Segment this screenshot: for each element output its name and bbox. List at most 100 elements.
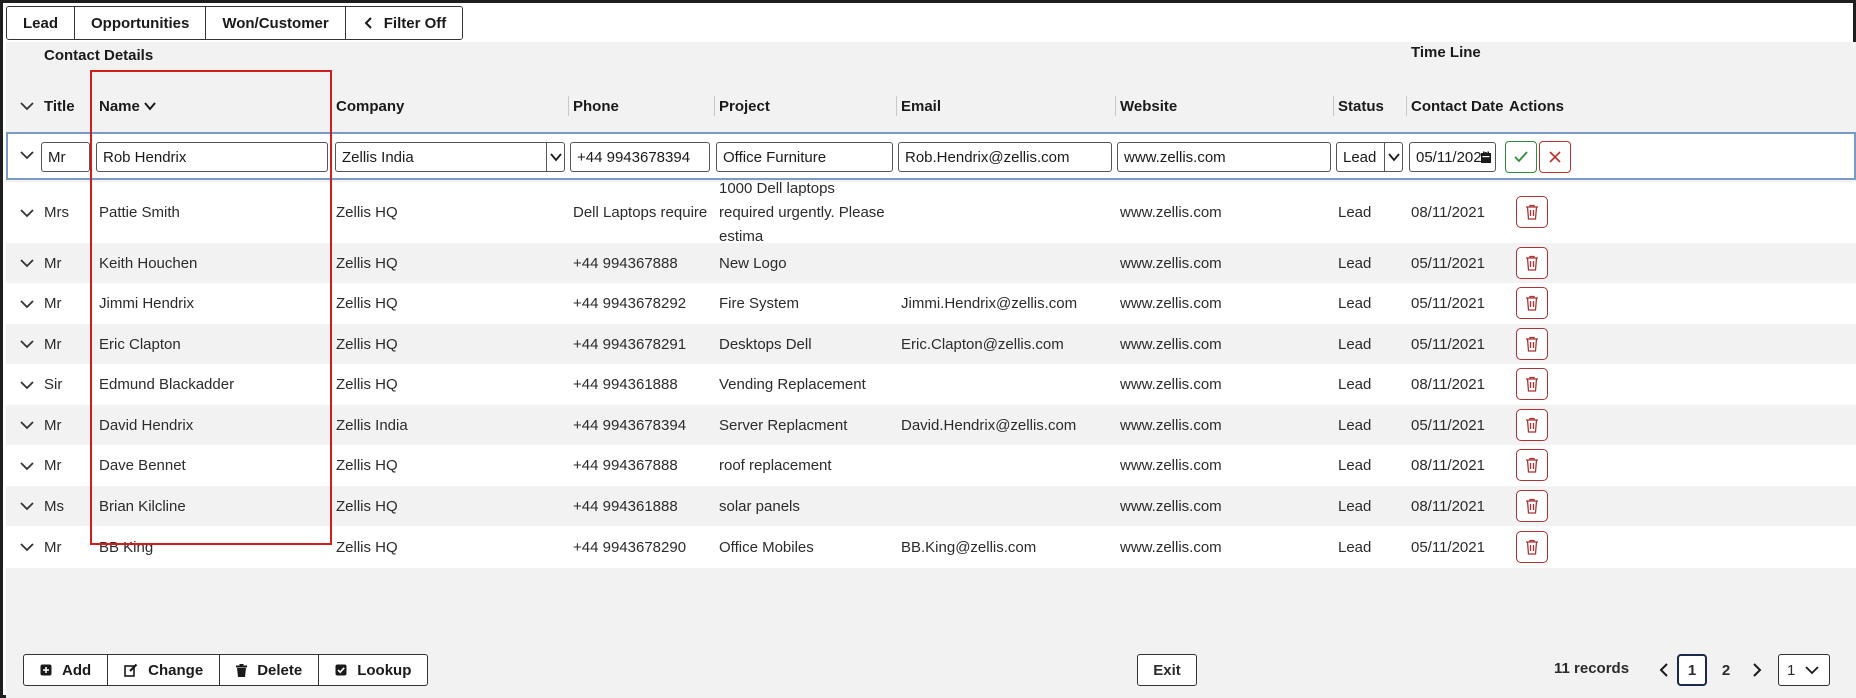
chevron-down-icon bbox=[20, 259, 34, 268]
column-divider[interactable] bbox=[1115, 96, 1116, 116]
group-contact-details: Contact Details bbox=[44, 47, 154, 64]
chevron-left-icon bbox=[1659, 663, 1668, 677]
delete-row-button[interactable] bbox=[1516, 196, 1548, 228]
company-select[interactable]: Zellis India bbox=[335, 142, 565, 172]
row-expand-toggle[interactable] bbox=[20, 182, 34, 243]
column-divider[interactable] bbox=[896, 96, 897, 116]
column-header-company[interactable]: Company bbox=[336, 92, 404, 120]
cell-phone: +44 994367888 bbox=[573, 254, 678, 272]
add-button[interactable]: Add bbox=[24, 655, 109, 685]
cell-email: BB.King@zellis.com bbox=[901, 538, 1037, 556]
chevron-down-icon[interactable] bbox=[546, 143, 564, 171]
trash-icon bbox=[1526, 336, 1538, 352]
cell-title: Mr bbox=[44, 254, 62, 272]
table-row[interactable]: Sir Edmund Blackadder Zellis HQ +44 9943… bbox=[6, 364, 1856, 405]
delete-row-button[interactable] bbox=[1516, 409, 1548, 441]
cell-email: Jimmi.Hendrix@zellis.com bbox=[901, 295, 1078, 312]
tab-lead-label: Lead bbox=[23, 14, 59, 32]
column-header-website[interactable]: Website bbox=[1120, 92, 1177, 120]
table-row[interactable]: Mr BB King Zellis HQ +44 9943678290 Offi… bbox=[6, 526, 1856, 568]
table-row[interactable]: Ms Brian Kilcline Zellis HQ +44 99436188… bbox=[6, 486, 1856, 526]
table-row[interactable]: Mr Dave Bennet Zellis HQ +44 994367888 r… bbox=[6, 445, 1856, 486]
delete-row-button[interactable] bbox=[1516, 531, 1548, 563]
cell-name: Eric Clapton bbox=[99, 335, 181, 353]
column-divider[interactable] bbox=[568, 96, 569, 116]
page-size-select[interactable]: 1 bbox=[1778, 654, 1830, 686]
cell-contact-date: 08/11/2021 bbox=[1411, 457, 1485, 474]
change-button[interactable]: Change bbox=[108, 655, 221, 685]
delete-row-button[interactable] bbox=[1516, 328, 1548, 360]
column-header-project[interactable]: Project bbox=[719, 92, 770, 120]
tab-lead[interactable]: Lead bbox=[7, 7, 76, 39]
table-row[interactable]: Mr Keith Houchen Zellis HQ +44 994367888… bbox=[6, 243, 1856, 283]
filter-toggle-button[interactable]: Filter Off bbox=[345, 7, 463, 39]
status-select[interactable]: Lead bbox=[1336, 142, 1403, 172]
delete-row-button[interactable] bbox=[1516, 490, 1548, 522]
column-header-email[interactable]: Email bbox=[901, 92, 941, 120]
table-row[interactable]: Mr Eric Clapton Zellis HQ +44 9943678291… bbox=[6, 324, 1856, 364]
row-expand-toggle[interactable] bbox=[20, 526, 34, 568]
row-expand-toggle[interactable] bbox=[20, 324, 34, 364]
row-expand-toggle[interactable] bbox=[20, 486, 34, 526]
tab-won-customer[interactable]: Won/Customer bbox=[206, 7, 346, 39]
phone-input[interactable]: +44 9943678394 bbox=[570, 142, 710, 172]
row-expand-toggle[interactable] bbox=[20, 364, 34, 405]
column-header-name[interactable]: Name bbox=[99, 92, 156, 120]
calendar-icon[interactable] bbox=[1477, 143, 1495, 171]
table-row[interactable]: Mr Jimmi Hendrix Zellis HQ +44 994367829… bbox=[6, 283, 1856, 324]
previous-page-button[interactable] bbox=[1656, 654, 1672, 686]
lookup-button-label: Lookup bbox=[357, 661, 412, 679]
app-window: Lead Opportunities Won/Customer Filter O… bbox=[0, 0, 1856, 698]
column-header-status[interactable]: Status bbox=[1338, 92, 1384, 120]
row-expand-toggle[interactable] bbox=[20, 243, 34, 283]
title-input[interactable]: Mr bbox=[41, 142, 90, 172]
cell-title: Mrs bbox=[44, 204, 69, 221]
confirm-edit-button[interactable] bbox=[1505, 141, 1537, 173]
row-expand-toggle[interactable] bbox=[20, 445, 34, 486]
table-row[interactable]: Mrs Pattie Smith Zellis HQ Dell Laptops … bbox=[6, 180, 1856, 245]
cancel-edit-button[interactable] bbox=[1539, 141, 1571, 173]
trash-icon bbox=[1526, 457, 1538, 473]
column-header-title[interactable]: Title bbox=[44, 92, 75, 120]
cell-website: www.zellis.com bbox=[1120, 376, 1222, 393]
delete-button-label: Delete bbox=[257, 661, 303, 679]
contacts-grid: Contact Details Time Line Title Name Com… bbox=[6, 42, 1856, 642]
cell-status: Lead bbox=[1338, 416, 1372, 434]
expand-all-toggle[interactable] bbox=[20, 92, 34, 120]
row-expand-toggle[interactable] bbox=[20, 283, 34, 324]
row-expand-toggle[interactable] bbox=[20, 405, 34, 445]
delete-button[interactable]: Delete bbox=[220, 655, 320, 685]
cell-website: www.zellis.com bbox=[1120, 204, 1222, 221]
column-divider[interactable] bbox=[1406, 96, 1407, 116]
website-input[interactable]: www.zellis.com bbox=[1117, 142, 1331, 172]
delete-row-button[interactable] bbox=[1516, 247, 1548, 279]
chevron-down-icon[interactable] bbox=[1384, 143, 1402, 171]
page-2-button[interactable]: 2 bbox=[1715, 654, 1737, 686]
exit-button[interactable]: Exit bbox=[1137, 654, 1197, 686]
delete-row-button[interactable] bbox=[1516, 287, 1548, 319]
delete-row-button[interactable] bbox=[1516, 449, 1548, 481]
lookup-button[interactable]: Lookup bbox=[319, 655, 427, 685]
contact-date-input[interactable]: 05/11/2021 bbox=[1409, 142, 1496, 172]
table-row[interactable]: Mr David Hendrix Zellis India +44 994367… bbox=[6, 405, 1856, 445]
cell-status: Lead bbox=[1338, 254, 1372, 272]
tab-opportunities[interactable]: Opportunities bbox=[75, 7, 207, 39]
row-collapse-toggle[interactable] bbox=[20, 148, 34, 167]
email-input[interactable]: Rob.Hendrix@zellis.com bbox=[898, 142, 1112, 172]
name-input[interactable]: Rob Hendrix bbox=[96, 142, 328, 172]
add-button-label: Add bbox=[62, 661, 92, 679]
column-header-phone[interactable]: Phone bbox=[573, 92, 619, 120]
chevron-left-icon bbox=[364, 17, 372, 29]
delete-row-button[interactable] bbox=[1516, 368, 1548, 400]
column-divider[interactable] bbox=[714, 96, 715, 116]
chevron-down-icon bbox=[20, 340, 34, 349]
cell-website: www.zellis.com bbox=[1120, 457, 1222, 474]
cell-phone: +44 9943678291 bbox=[573, 335, 687, 353]
page-1-button[interactable]: 1 bbox=[1677, 654, 1707, 686]
grid-footer: Add Change Delete Lookup Exit 11 records… bbox=[6, 642, 1856, 698]
cell-contact-date: 08/11/2021 bbox=[1411, 497, 1485, 515]
column-header-contact-date[interactable]: Contact Date bbox=[1411, 92, 1504, 120]
project-input[interactable]: Office Furniture bbox=[716, 142, 893, 172]
column-divider[interactable] bbox=[1333, 96, 1334, 116]
next-page-button[interactable] bbox=[1749, 654, 1765, 686]
